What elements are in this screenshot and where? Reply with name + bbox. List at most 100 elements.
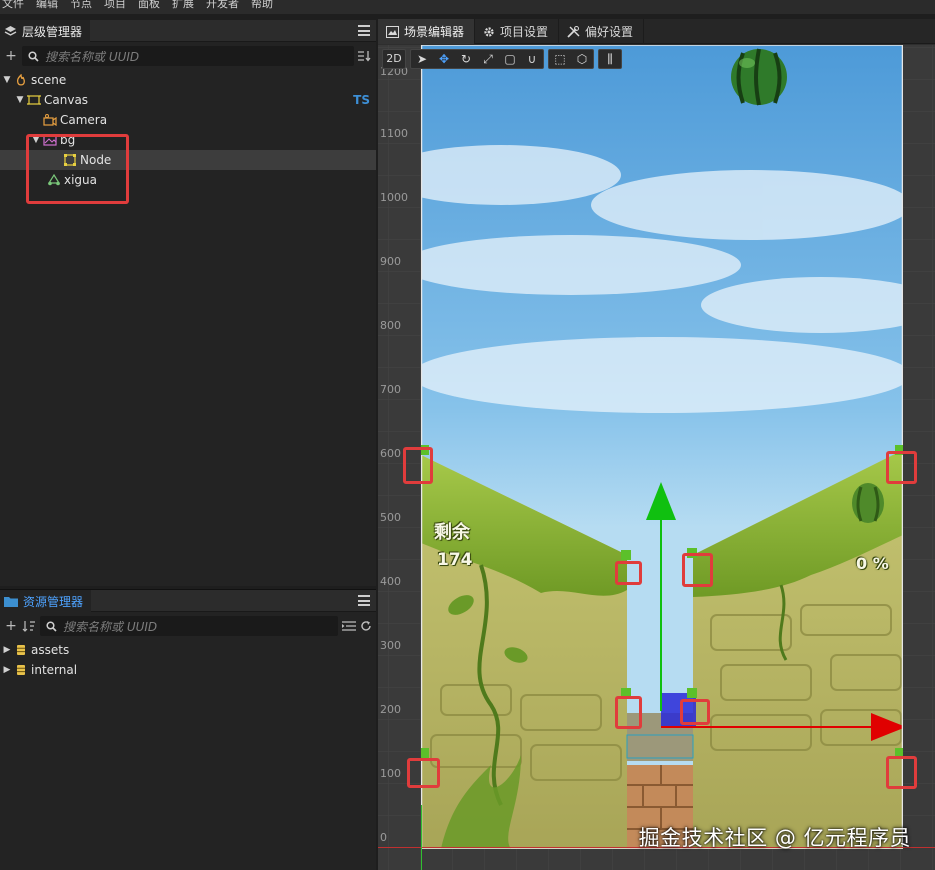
hierarchy-toolbar: + 搜索名称或 UUID — [0, 42, 376, 70]
gear-icon — [484, 26, 494, 37]
menu-help[interactable]: 帮助 — [251, 0, 273, 14]
refresh-icon[interactable] — [360, 620, 372, 632]
node-icon — [64, 154, 76, 166]
hierarchy-menu-icon[interactable] — [358, 25, 370, 36]
y-label: 600 — [380, 447, 401, 460]
hierarchy-panel: 层级管理器 + 搜索名称或 UUID ▼ scene ▼ Canvas TS C… — [0, 20, 376, 586]
assets-title: 资源管理器 — [23, 594, 84, 609]
expand-arrow-icon[interactable]: ▼ — [31, 135, 41, 145]
assets-search-input[interactable]: 搜索名称或 UUID — [40, 616, 338, 636]
asset-item-label: internal — [31, 663, 78, 677]
sort-icon[interactable] — [22, 620, 36, 632]
canvas-icon — [27, 95, 41, 105]
remaining-value: 174 — [437, 550, 473, 570]
sprite-icon — [43, 134, 57, 146]
y-label: 0 — [380, 831, 387, 844]
tree-item-label: xigua — [64, 173, 98, 187]
add-asset-icon[interactable]: + — [4, 619, 18, 633]
move-icon[interactable]: ✥ — [433, 50, 455, 68]
tree-item-canvas[interactable]: ▼ Canvas TS — [0, 90, 376, 110]
menu-extension[interactable]: 扩展 — [172, 0, 194, 14]
scene-icon — [16, 74, 25, 86]
menu-developer[interactable]: 开发者 — [206, 0, 239, 14]
tab-preferences[interactable]: 偏好设置 — [559, 19, 645, 44]
hierarchy-search-input[interactable]: 搜索名称或 UUID — [22, 46, 354, 66]
tab-scene-editor[interactable]: 场景编辑器 — [378, 19, 476, 44]
rotate-icon[interactable]: ↻ — [455, 50, 477, 68]
scene-viewport[interactable]: 1200 1100 1000 900 800 700 600 500 400 3… — [378, 45, 935, 870]
tools-icon — [567, 25, 580, 38]
coordinate-icon[interactable]: ⬡ — [571, 50, 593, 68]
tree-item-scene[interactable]: ▼ scene — [0, 70, 376, 90]
menu-file[interactable]: 文件 — [2, 0, 24, 14]
menu-edit[interactable]: 编辑 — [36, 0, 58, 14]
search-icon — [46, 620, 57, 632]
expand-arrow-icon[interactable]: ▶ — [2, 645, 12, 655]
watermark-text: 掘金技术社区 @ 亿元程序员 — [638, 826, 911, 850]
select-arrow-icon[interactable]: ➤ — [411, 50, 433, 68]
database-icon — [17, 665, 25, 675]
sort-list-icon[interactable] — [358, 50, 372, 62]
y-label: 700 — [380, 383, 401, 396]
search-icon — [28, 50, 39, 62]
menu-bar: 文件 编辑 节点 项目 面板 扩展 开发者 帮助 — [0, 0, 935, 14]
tab-project-settings[interactable]: 项目设置 — [475, 19, 560, 44]
expand-arrow-icon[interactable]: ▶ — [2, 665, 12, 675]
mode-group: 2D — [382, 49, 406, 69]
menu-node[interactable]: 节点 — [70, 0, 92, 14]
hierarchy-tab[interactable]: 层级管理器 — [0, 20, 91, 42]
hierarchy-title: 层级管理器 — [22, 24, 83, 39]
rect-icon[interactable]: ▢ — [499, 50, 521, 68]
tree-item-label: Canvas — [44, 93, 89, 107]
asset-item-internal[interactable]: ▶ internal — [0, 660, 376, 680]
tree-item-label: Node — [80, 153, 112, 167]
align-tool-group: ⫼ — [598, 49, 622, 69]
tree-item-bg[interactable]: ▼ bg — [0, 130, 376, 150]
expand-arrow-icon[interactable]: ▼ — [15, 95, 25, 105]
menu-panel[interactable]: 面板 — [138, 0, 160, 14]
tab-label: 偏好设置 — [585, 25, 634, 39]
y-label: 800 — [380, 319, 401, 332]
mode-2d-button[interactable]: 2D — [383, 50, 405, 68]
tree-item-xigua[interactable]: xigua — [0, 170, 376, 190]
camera-icon — [43, 114, 57, 126]
y-label: 200 — [380, 703, 401, 716]
tab-label: 场景编辑器 — [404, 25, 465, 39]
transform-tool-group: ➤ ✥ ↻ ⤢ ▢ ∪ — [410, 49, 544, 69]
tab-label: 项目设置 — [500, 25, 549, 39]
prefab-icon — [47, 174, 61, 186]
y-label: 1100 — [380, 127, 408, 140]
tree-item-label: Camera — [60, 113, 108, 127]
asset-item-label: assets — [31, 643, 70, 657]
progress-text: 0 % — [856, 554, 889, 573]
menu-project[interactable]: 项目 — [104, 0, 126, 14]
editor-tabbar: 场景编辑器 项目设置 偏好设置 — [378, 19, 935, 44]
y-label: 300 — [380, 639, 401, 652]
magnet-icon[interactable]: ∪ — [521, 50, 543, 68]
pivot-icon[interactable]: ⬚ — [549, 50, 571, 68]
tree-item-camera[interactable]: Camera — [0, 110, 376, 130]
ts-badge[interactable]: TS — [353, 93, 370, 107]
assets-search-placeholder: 搜索名称或 UUID — [63, 619, 158, 634]
scale-icon[interactable]: ⤢ — [477, 50, 499, 68]
collapse-all-icon[interactable] — [342, 620, 356, 632]
scene-toolbar: 2D ➤ ✥ ↻ ⤢ ▢ ∪ ⬚ ⬡ ⫼ — [382, 49, 622, 69]
tree-item-node[interactable]: Node — [0, 150, 376, 170]
scene-editor-icon — [386, 25, 399, 38]
asset-item-assets[interactable]: ▶ assets — [0, 640, 376, 660]
assets-tabbar: 资源管理器 — [0, 590, 376, 612]
y-label: 900 — [380, 255, 401, 268]
expand-arrow-icon[interactable]: ▼ — [2, 75, 12, 85]
y-label: 1000 — [380, 191, 408, 204]
y-label: 400 — [380, 575, 401, 588]
remaining-label: 剩余 — [434, 522, 470, 543]
folder-icon — [4, 597, 18, 607]
assets-tab[interactable]: 资源管理器 — [0, 590, 92, 612]
pivot-tool-group: ⬚ ⬡ — [548, 49, 594, 69]
scene-editor-panel: 场景编辑器 项目设置 偏好设置 1200 1100 1000 900 800 7… — [378, 19, 935, 870]
add-node-icon[interactable]: + — [4, 49, 18, 63]
tree-item-label: scene — [31, 73, 67, 87]
align-icon[interactable]: ⫼ — [599, 50, 621, 68]
hierarchy-search-placeholder: 搜索名称或 UUID — [45, 49, 140, 64]
assets-menu-icon[interactable] — [358, 595, 370, 606]
